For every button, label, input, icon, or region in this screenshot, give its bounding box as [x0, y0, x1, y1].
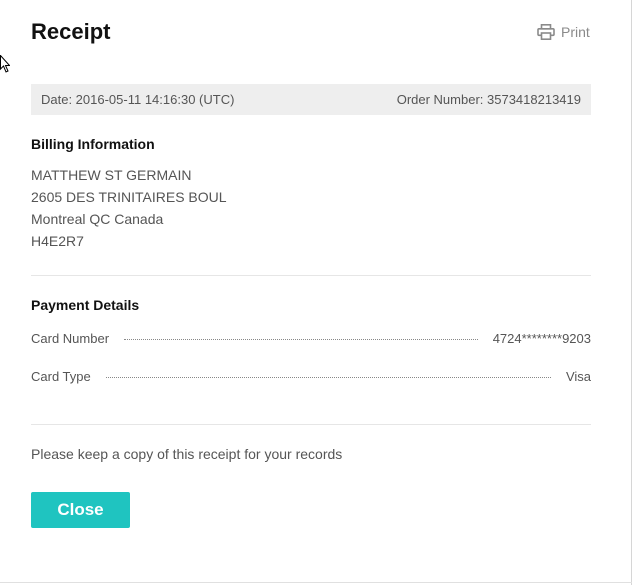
print-label: Print [561, 24, 590, 40]
divider [31, 424, 591, 425]
receipt-title: Receipt [31, 19, 111, 44]
order-number: Order Number: 3573418213419 [396, 92, 581, 107]
payment-heading: Payment Details [31, 297, 140, 313]
print-icon [537, 24, 555, 40]
billing-name: MATTHEW ST GERMAIN [31, 167, 192, 183]
close-button[interactable]: Close [31, 492, 130, 528]
billing-street: 2605 DES TRINITAIRES BOUL [31, 189, 227, 205]
print-button[interactable]: Print [537, 22, 590, 42]
dotted-leader [124, 338, 478, 340]
mouse-pointer-icon [0, 55, 10, 73]
order-date: Date: 2016-05-11 14:16:30 (UTC) [41, 92, 235, 107]
receipt-dialog: Receipt Print Date: 2016-05-11 14:16:30 … [0, 0, 635, 585]
order-info-bar: Date: 2016-05-11 14:16:30 (UTC) Order Nu… [31, 84, 591, 115]
dialog-bottom-border [0, 582, 632, 583]
card-number-label: Card Number [31, 330, 110, 346]
card-type-label: Card Type [31, 368, 91, 384]
card-number-row: Card Number 4724********9203 [31, 329, 591, 347]
card-type-row: Card Type Visa [31, 367, 591, 385]
dialog-right-border [631, 0, 632, 585]
receipt-note: Please keep a copy of this receipt for y… [31, 446, 343, 462]
divider [31, 275, 591, 276]
billing-heading: Billing Information [31, 136, 155, 152]
billing-city: Montreal QC Canada [31, 211, 164, 227]
billing-postal-code: H4E2R7 [31, 233, 84, 249]
card-number-value: 4724********9203 [492, 330, 591, 346]
dotted-leader [105, 376, 551, 378]
card-type-value: Visa [565, 368, 591, 384]
